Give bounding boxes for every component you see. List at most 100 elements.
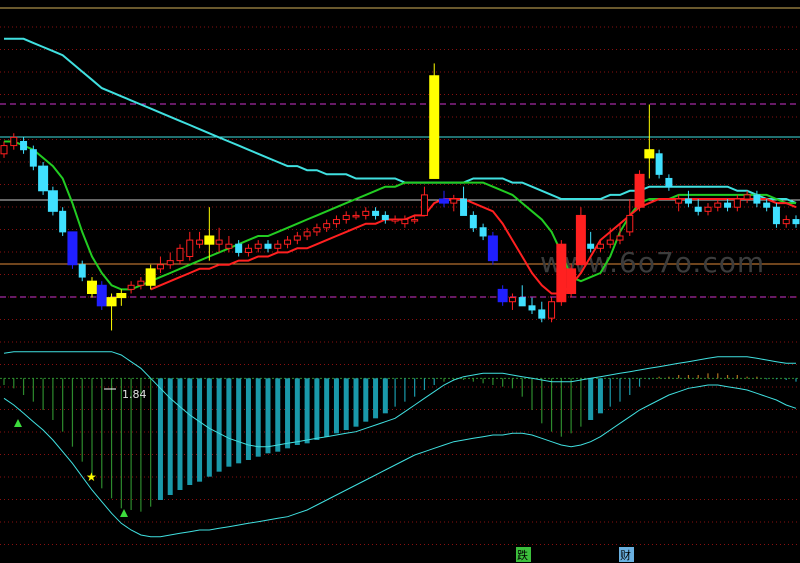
candle-body <box>743 194 751 200</box>
histogram-bar <box>285 378 291 449</box>
candle <box>96 281 107 310</box>
histogram-bar <box>394 378 396 407</box>
histogram-bar <box>766 378 768 380</box>
histogram-bar <box>91 378 93 477</box>
histogram-bar <box>756 376 758 379</box>
candle <box>47 186 58 216</box>
candle-body <box>284 239 292 245</box>
candle-body <box>508 297 516 303</box>
candle-body <box>176 247 184 262</box>
histogram-bar <box>531 378 533 410</box>
histogram-bar <box>71 378 74 447</box>
candle-body <box>528 305 536 311</box>
histogram-bar <box>414 378 416 397</box>
candle-body <box>575 214 586 266</box>
candle-body <box>264 243 272 249</box>
candle <box>29 145 37 171</box>
candle-body <box>391 219 399 222</box>
candle-body <box>763 202 771 208</box>
histogram-bar <box>32 378 34 402</box>
histogram-bar <box>521 378 523 397</box>
candle-body <box>714 202 722 208</box>
candle-body <box>244 247 252 253</box>
candle-body <box>372 210 380 216</box>
histogram-bar <box>492 378 494 385</box>
histogram-bar <box>81 378 83 462</box>
candle-body <box>411 219 419 222</box>
candle <box>487 231 498 265</box>
candle-body <box>166 260 174 266</box>
histogram-bar <box>304 378 310 444</box>
candle-body <box>644 149 655 159</box>
candle-body <box>439 198 449 204</box>
histogram-bar <box>13 378 15 389</box>
candle-body <box>137 280 145 286</box>
candle-body <box>753 194 761 204</box>
histogram-bar <box>62 378 64 432</box>
histogram-bar <box>255 378 261 457</box>
histogram-bar <box>22 378 25 395</box>
candle-body <box>235 243 243 253</box>
histogram-bar <box>226 378 232 467</box>
footer-badge-1: 跌 <box>516 547 531 562</box>
candle-body <box>487 235 498 262</box>
candle-body <box>518 297 526 307</box>
candle-body <box>616 235 624 241</box>
candle-body <box>127 284 135 290</box>
histogram-bar <box>541 378 543 424</box>
candle-body <box>204 235 215 245</box>
candle <box>548 297 556 323</box>
histogram-bar <box>619 378 621 402</box>
candle <box>67 231 78 269</box>
candle-body <box>469 214 477 229</box>
candle-body <box>694 206 702 212</box>
histogram-bar <box>746 376 748 379</box>
candle-body <box>587 243 595 249</box>
candle-body <box>254 243 262 249</box>
candle <box>575 207 586 266</box>
candle-body <box>215 239 223 245</box>
candle-body <box>684 198 692 204</box>
histogram-bar <box>570 378 572 434</box>
histogram-bar <box>157 378 163 500</box>
histogram-bar <box>580 378 582 427</box>
candle-body <box>606 239 614 245</box>
candle-body <box>401 219 409 225</box>
candle-body <box>792 219 800 225</box>
candle <box>59 207 67 236</box>
candle-body <box>362 210 370 216</box>
candle <box>655 149 663 179</box>
candle-body <box>196 239 204 245</box>
candle-body <box>675 198 683 204</box>
candle-body <box>293 235 301 241</box>
histogram-bar <box>678 375 680 379</box>
histogram-bar <box>443 378 445 382</box>
footer-badge-2-text: 财 <box>620 548 631 562</box>
histogram-bar <box>236 378 242 464</box>
histogram-bar <box>333 378 339 434</box>
candle-body <box>655 153 663 175</box>
candle-body <box>634 173 645 208</box>
histogram-bar <box>511 378 514 389</box>
footer-badge-2: 财 <box>619 547 634 562</box>
histogram-bar <box>588 378 594 420</box>
candle-body <box>332 219 340 225</box>
histogram-bar <box>462 378 465 380</box>
candle-body <box>47 190 58 212</box>
histogram-bar <box>314 378 320 440</box>
candle <box>634 170 645 212</box>
candle-body <box>556 243 567 303</box>
histogram-bar <box>343 378 349 430</box>
histogram-bar <box>187 378 193 485</box>
candle-body <box>116 293 127 299</box>
candle-body <box>323 223 331 229</box>
histogram-bar <box>726 375 729 379</box>
stock-chart: www.6o7o.com ★ 1.84 跌 财 <box>0 0 800 563</box>
histogram-bar <box>433 378 435 385</box>
histogram-bar <box>265 378 271 454</box>
histogram-bar <box>363 378 369 422</box>
candle-body <box>460 198 468 216</box>
histogram-bar <box>324 378 330 437</box>
candle-body <box>0 145 8 155</box>
candle-body <box>724 202 732 208</box>
